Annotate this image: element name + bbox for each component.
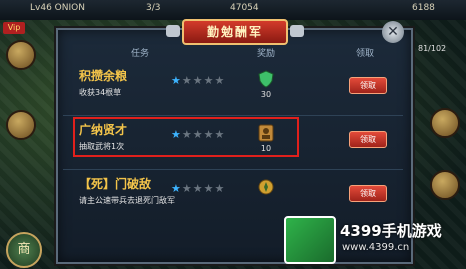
side-menu-button[interactable] <box>6 40 36 70</box>
star-icon: ★★★★ <box>181 74 226 87</box>
page-indicator: 3/3 <box>146 3 161 13</box>
difficulty-stars: ★★★★★ <box>171 74 225 87</box>
task-description: 收获34根草 <box>79 88 122 97</box>
star-icon: ★ <box>171 74 182 87</box>
row-divider <box>63 115 403 116</box>
watermark-logo <box>284 216 336 264</box>
claim-button[interactable]: 领取 <box>349 77 387 94</box>
claim-button[interactable]: 领取 <box>349 131 387 148</box>
task-row: 【死】门破敌 请主公速带兵去退死门敌军 ★★★★★ 领取 <box>63 172 403 224</box>
troop-count: 81/102 <box>418 44 447 53</box>
shop-button[interactable]: 商 <box>6 232 42 268</box>
star-icon: ★ <box>171 182 182 195</box>
top-status-bar: Lv46 ONION 3/3 47054 6188 <box>0 0 466 20</box>
header-task: 任务 <box>130 49 149 59</box>
task-row: 积攒余粮 收获34根草 ★★★★★ 30 领取 <box>63 64 403 116</box>
watermark-site: www.4399.cn <box>342 242 410 253</box>
header-reward: 奖励 <box>256 49 275 59</box>
row-divider <box>63 169 403 170</box>
header-claim: 领取 <box>355 49 374 59</box>
close-button[interactable]: ✕ <box>382 21 404 43</box>
badge-icon <box>258 179 274 195</box>
task-name: 【死】门破敌 <box>79 177 152 191</box>
highlight-box <box>73 117 299 157</box>
gold-count: 47054 <box>230 3 259 13</box>
star-icon: ★★★★ <box>181 182 226 195</box>
difficulty-stars: ★★★★★ <box>171 182 225 195</box>
task-description: 请主公速带兵去退死门敌军 <box>79 196 175 205</box>
watermark-brand: 4399手机游戏 <box>340 222 442 240</box>
shield-icon <box>258 70 274 88</box>
side-menu-button[interactable] <box>430 170 460 200</box>
side-menu-button[interactable] <box>430 108 460 138</box>
vip-badge[interactable]: Vip <box>3 22 25 34</box>
dialog-title: 勤勉酬军 <box>166 19 304 45</box>
side-menu-button[interactable] <box>6 110 36 140</box>
player-level: Lv46 ONION <box>30 3 85 13</box>
task-name: 积攒余粮 <box>79 69 128 83</box>
resource-count: 6188 <box>412 3 435 13</box>
reward-count: 30 <box>260 90 272 99</box>
claim-button[interactable]: 领取 <box>349 185 387 202</box>
